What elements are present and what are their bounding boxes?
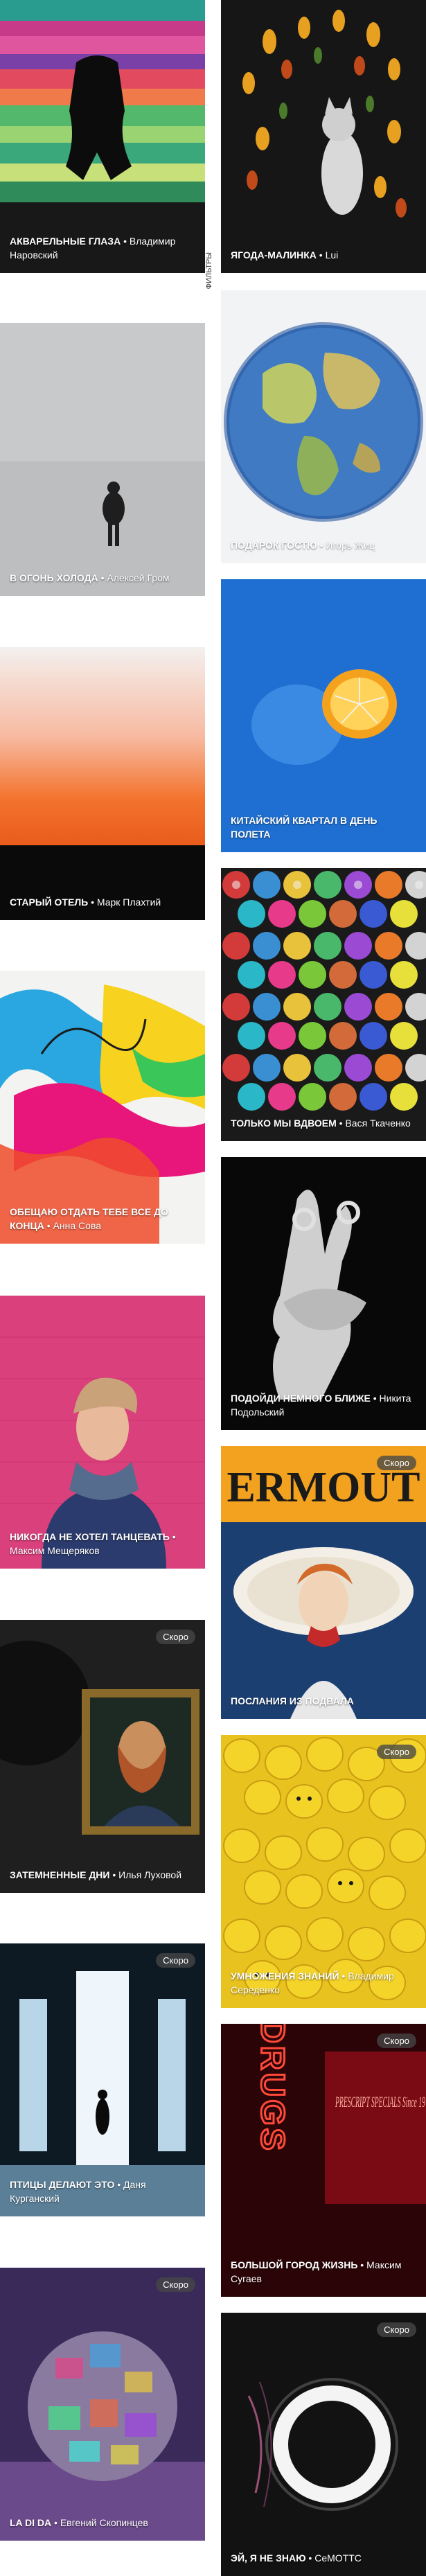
neon-letters: DRUGS [254, 2024, 291, 2153]
leaves-cat-artwork [221, 0, 426, 273]
coming-soon-badge: Скоро [156, 2277, 195, 2292]
track-title: БОЛЬШОЙ ГОРОД ЖИЗНЬ [231, 2259, 358, 2270]
track-caption: ПОДОЙДИ НЕМНОГО БЛИЖЕ • Никита Подольски… [231, 1393, 411, 1418]
track-title: СТАРЫЙ ОТЕЛЬ [10, 897, 89, 908]
track-card-left-4[interactable]: НИКОГДА НЕ ХОТЕЛ ТАНЦЕВАТЬ • Максим Меще… [0, 1296, 205, 1569]
track-caption: УМНОЖЕНИЯ ЗНАНИЙ • Владимир Середенко [231, 1970, 394, 1995]
coming-soon-badge: Скоро [377, 1745, 416, 1759]
track-caption: ПОДАРОК ГОСТЮ • Игорь Жиц [231, 540, 375, 551]
track-card-left-1[interactable]: В ОГОНЬ ХОЛОДА • Алексей Гром [0, 323, 205, 596]
track-title: ТОЛЬКО МЫ ВДВОЕМ [231, 1118, 337, 1129]
track-title: ЭЙ, Я НЕ ЗНАЮ [231, 2552, 306, 2564]
yellow-heads-artwork [221, 1735, 426, 2008]
track-author[interactable]: Максим Мещеряков [10, 1545, 100, 1556]
track-caption: БОЛЬШОЙ ГОРОД ЖИЗНЬ • Максим Сугаев [231, 2259, 402, 2284]
track-card-left-0[interactable]: АКВАРЕЛЬНЫЕ ГЛАЗА • Владимир Наровский [0, 0, 205, 273]
track-caption: НИКОГДА НЕ ХОТЕЛ ТАНЦЕВАТЬ • Максим Меще… [10, 1531, 176, 1556]
track-card-right-1[interactable]: ПОДАРОК ГОСТЮ • Игорь Жиц [221, 290, 426, 563]
collage-sphere-artwork [0, 2268, 205, 2541]
track-card-right-5[interactable]: ERMOUT Скоро ПОСЛАНИЯ ИЗ ПОДВАЛА [221, 1446, 426, 1719]
ring-light-artwork [221, 2313, 426, 2576]
track-author[interactable]: Игорь Жиц [326, 540, 374, 551]
track-card-left-5[interactable]: Скоро ЗАТЕМНЕННЫЕ ДНИ • Илья Луховой [0, 1620, 205, 1893]
track-title: ПТИЦЫ ДЕЛАЮТ ЭТО [10, 2179, 115, 2190]
track-card-right-2[interactable]: КИТАЙСКИЙ КВАРТАЛ В ДЕНЬ ПОЛЕТА [221, 579, 426, 852]
track-caption: LA DI DA • Евгений Скопинцев [10, 2517, 148, 2528]
framed-portrait-artwork [0, 1620, 205, 1893]
foggy-walker-artwork [0, 323, 205, 596]
track-caption: ЭЙ, Я НЕ ЗНАЮ • CeMOTTC [231, 2552, 362, 2564]
track-title: В ОГОНЬ ХОЛОДА [10, 572, 98, 583]
track-author[interactable]: Lui [326, 249, 339, 261]
pink-wall-portrait-artwork [0, 1296, 205, 1569]
coming-soon-badge: Скоро [377, 2322, 416, 2337]
poster-wordmark: ERMOUT [227, 1464, 420, 1511]
track-title: УМНОЖЕНИЯ ЗНАНИЙ [231, 1970, 339, 1982]
stairs-artwork [0, 0, 205, 273]
track-card-right-4[interactable]: ПОДОЙДИ НЕМНОГО БЛИЖЕ • Никита Подольски… [221, 1157, 426, 1430]
track-card-left-3[interactable]: ОБЕЩАЮ ОТДАТЬ ТЕБЕ ВСЕ ДО КОНЦА • Анна С… [0, 971, 205, 1244]
track-caption: В ОГОНЬ ХОЛОДА • Алексей Гром [10, 572, 170, 583]
track-caption: КИТАЙСКИЙ КВАРТАЛ В ДЕНЬ ПОЛЕТА [231, 813, 416, 841]
track-title: LA DI DA [10, 2517, 52, 2528]
track-caption: ПОСЛАНИЯ ИЗ ПОДВАЛА [231, 1694, 416, 1708]
track-title: ПОСЛАНИЯ ИЗ ПОДВАЛА [231, 1695, 354, 1706]
track-author[interactable]: Анна Сова [53, 1220, 101, 1231]
coming-soon-badge: Скоро [377, 2034, 416, 2048]
track-card-left-7[interactable]: Скоро LA DI DA • Евгений Скопинцев [0, 2268, 205, 2541]
track-caption: ТОЛЬКО МЫ ВДВОЕМ • Вася Ткаченко [231, 1118, 411, 1129]
track-caption: ЯГОДА-МАЛИНКА • Lui [231, 249, 339, 261]
track-card-right-8[interactable]: Скоро ЭЙ, Я НЕ ЗНАЮ • CeMOTTC [221, 2313, 426, 2576]
watercolor-globe-artwork [221, 290, 426, 563]
track-author[interactable]: Евгений Скопинцев [60, 2517, 148, 2528]
coming-soon-badge: Скоро [156, 1953, 195, 1968]
track-card-right-3[interactable]: ТОЛЬКО МЫ ВДВОЕМ • Вася Ткаченко [221, 868, 426, 1141]
vermouth-poster-artwork: ERMOUT [221, 1446, 426, 1719]
track-title: ПОДАРОК ГОСТЮ [231, 540, 317, 551]
track-title: ЯГОДА-МАЛИНКА [231, 249, 317, 261]
track-caption: СТАРЫЙ ОТЕЛЬ • Марк Плахтий [10, 897, 161, 908]
track-title: КИТАЙСКИЙ КВАРТАЛ В ДЕНЬ ПОЛЕТА [231, 815, 378, 840]
track-caption: ПТИЦЫ ДЕЛАЮТ ЭТО • Даня Курганский [10, 2179, 146, 2204]
track-card-right-7[interactable]: DRUGS PRESCRIPT SPECIALS Since 19 Скоро … [221, 2024, 426, 2297]
hands-sculpture-artwork [221, 1157, 426, 1430]
track-author[interactable]: Марк Плахтий [97, 897, 161, 908]
coming-soon-badge: Скоро [156, 1630, 195, 1644]
doorway-silhouette-artwork [0, 1943, 205, 2216]
blue-orange-artwork [221, 579, 426, 852]
track-title: ЗАТЕМНЕННЫЕ ДНИ [10, 1869, 110, 1880]
track-card-right-6[interactable]: Скоро УМНОЖЕНИЯ ЗНАНИЙ • Владимир Середе… [221, 1735, 426, 2008]
track-title: АКВАРЕЛЬНЫЕ ГЛАЗА [10, 236, 121, 247]
neon-sign-text: PRESCRIPT SPECIALS Since 19 [335, 2093, 425, 2110]
paint-splash-artwork [0, 971, 205, 1244]
track-card-left-6[interactable]: Скоро ПТИЦЫ ДЕЛАЮТ ЭТО • Даня Курганский [0, 1943, 205, 2216]
track-author[interactable]: Вася Ткаченко [345, 1118, 410, 1129]
coming-soon-badge: Скоро [377, 1456, 416, 1470]
track-card-right-0[interactable]: ЯГОДА-МАЛИНКА • Lui [221, 0, 426, 273]
spray-cans-artwork [221, 868, 426, 1141]
track-author[interactable]: CeMOTTC [314, 2552, 362, 2564]
filters-vertical-label[interactable]: ФИЛЬТРЫ [205, 252, 215, 289]
track-author[interactable]: Илья Луховой [118, 1869, 181, 1880]
track-title: ПОДОЙДИ НЕМНОГО БЛИЖЕ [231, 1393, 371, 1404]
neon-drugs-artwork: DRUGS PRESCRIPT SPECIALS Since 19 [221, 2024, 426, 2297]
track-title: НИКОГДА НЕ ХОТЕЛ ТАНЦЕВАТЬ [10, 1531, 170, 1542]
sunset-artwork [0, 647, 205, 920]
track-caption: ОБЕЩАЮ ОТДАТЬ ТЕБЕ ВСЕ ДО КОНЦА • Анна С… [10, 1206, 168, 1231]
track-author[interactable]: Алексей Гром [107, 572, 169, 583]
track-caption: ЗАТЕМНЕННЫЕ ДНИ • Илья Луховой [10, 1869, 182, 1880]
track-card-left-2[interactable]: СТАРЫЙ ОТЕЛЬ • Марк Плахтий [0, 647, 205, 920]
track-caption: АКВАРЕЛЬНЫЕ ГЛАЗА • Владимир Наровский [10, 236, 176, 261]
